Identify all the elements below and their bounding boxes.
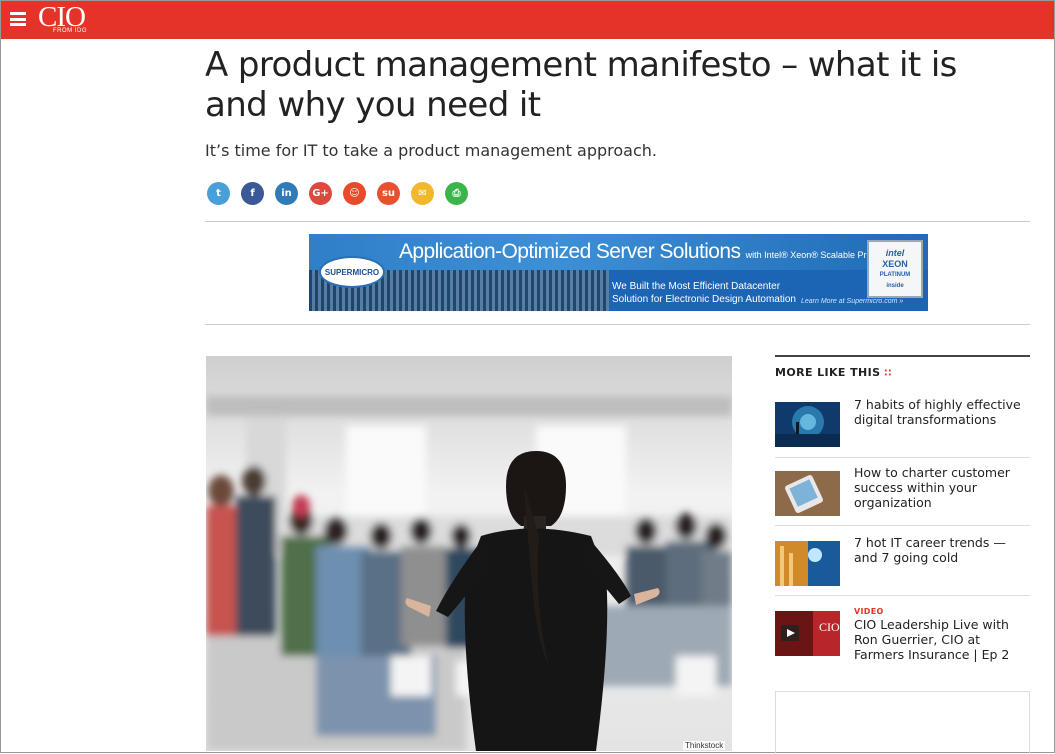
more-like-this-sidebar: MORE LIKE THIS ∷	[775, 355, 1030, 379]
ad-learn-more-link[interactable]: Learn More at Supermicro.com »	[801, 298, 903, 305]
badge-line-4: inside	[886, 283, 904, 289]
sidebar-widget-box	[775, 691, 1030, 754]
ad-title-text: Application-Optimized Server Solutions	[399, 240, 741, 263]
ad-banner[interactable]: SUPERMICRO Application-Optimized Server …	[309, 234, 928, 311]
intel-xeon-badge-icon: intel XEON PLATINUM inside	[867, 240, 923, 298]
ad-brand-logo: SUPERMICRO	[319, 256, 385, 288]
twitter-icon[interactable]: t	[207, 182, 230, 205]
sidebar-item-thumbnail	[775, 541, 840, 586]
image-credit: Thinkstock	[683, 741, 726, 750]
email-icon[interactable]: ✉	[411, 182, 434, 205]
hero-image	[206, 356, 732, 751]
menu-icon[interactable]	[10, 12, 26, 26]
share-bar: t f in G+ ☺ su ✉ ⎙	[207, 182, 479, 206]
sidebar-item-thumbnail: CIO	[775, 611, 840, 656]
ad-tagline-line-2: Solution for Electronic Design Automatio…	[612, 294, 796, 305]
sidebar-item[interactable]: 7 habits of highly effective digital tra…	[775, 397, 1030, 458]
ad-tagline: We Built the Most Efficient Datacenter S…	[612, 280, 796, 306]
print-icon[interactable]: ⎙	[445, 182, 468, 205]
ad-title: Application-Optimized Server Solutions w…	[399, 240, 902, 264]
sidebar-item[interactable]: How to charter customer success within y…	[775, 465, 1030, 526]
linkedin-icon[interactable]: in	[275, 182, 298, 205]
digital-figure-thumbnail	[775, 402, 840, 447]
badge-line-1: intel	[885, 248, 905, 258]
sidebar-item-thumbnail	[775, 402, 840, 447]
speaker-audience-illustration	[206, 356, 732, 751]
divider	[205, 221, 1030, 222]
phone-thumbnail	[775, 471, 840, 516]
sidebar-item-label-text[interactable]: CIO Leadership Live with Ron Guerrier, C…	[854, 617, 1009, 662]
ad-tagline-line-1: We Built the Most Efficient Datacenter	[612, 281, 781, 292]
sidebar-top-rule	[775, 355, 1030, 357]
sidebar-item-label[interactable]: How to charter customer success within y…	[854, 465, 1030, 510]
video-thumbnail: CIO	[775, 611, 840, 656]
site-logo-subtitle: FROM IDG	[53, 28, 87, 34]
sidebar-item[interactable]: 7 hot IT career trends — and 7 going col…	[775, 535, 1030, 596]
badge-line-2: XEON	[882, 259, 908, 269]
reddit-icon[interactable]: ☺	[343, 182, 366, 205]
stumbleupon-icon[interactable]: su	[377, 182, 400, 205]
site-header: CIO FROM IDG	[1, 1, 1054, 39]
career-trends-thumbnail	[775, 541, 840, 586]
sidebar-item-label[interactable]: 7 hot IT career trends — and 7 going col…	[854, 535, 1030, 565]
dots-icon: ∷	[884, 368, 893, 379]
article-dek: It’s time for IT to take a product manag…	[205, 141, 657, 160]
article-headline: A product management manifesto – what it…	[205, 45, 957, 125]
sidebar-heading: MORE LIKE THIS ∷	[775, 366, 1030, 379]
sidebar-item-label[interactable]: VIDEO CIO Leadership Live with Ron Guerr…	[854, 607, 1030, 662]
svg-text:CIO: CIO	[819, 620, 840, 634]
divider	[205, 324, 1030, 325]
video-badge: VIDEO	[854, 607, 884, 616]
sidebar-heading-text: MORE LIKE THIS	[775, 366, 881, 379]
facebook-icon[interactable]: f	[241, 182, 264, 205]
sidebar-item-label[interactable]: 7 habits of highly effective digital tra…	[854, 397, 1030, 427]
sidebar-item-thumbnail	[775, 471, 840, 516]
google-plus-icon[interactable]: G+	[309, 182, 332, 205]
sidebar-item[interactable]: CIO VIDEO CIO Leadership Live with Ron G…	[775, 605, 1030, 665]
badge-line-3: PLATINUM	[879, 272, 911, 278]
